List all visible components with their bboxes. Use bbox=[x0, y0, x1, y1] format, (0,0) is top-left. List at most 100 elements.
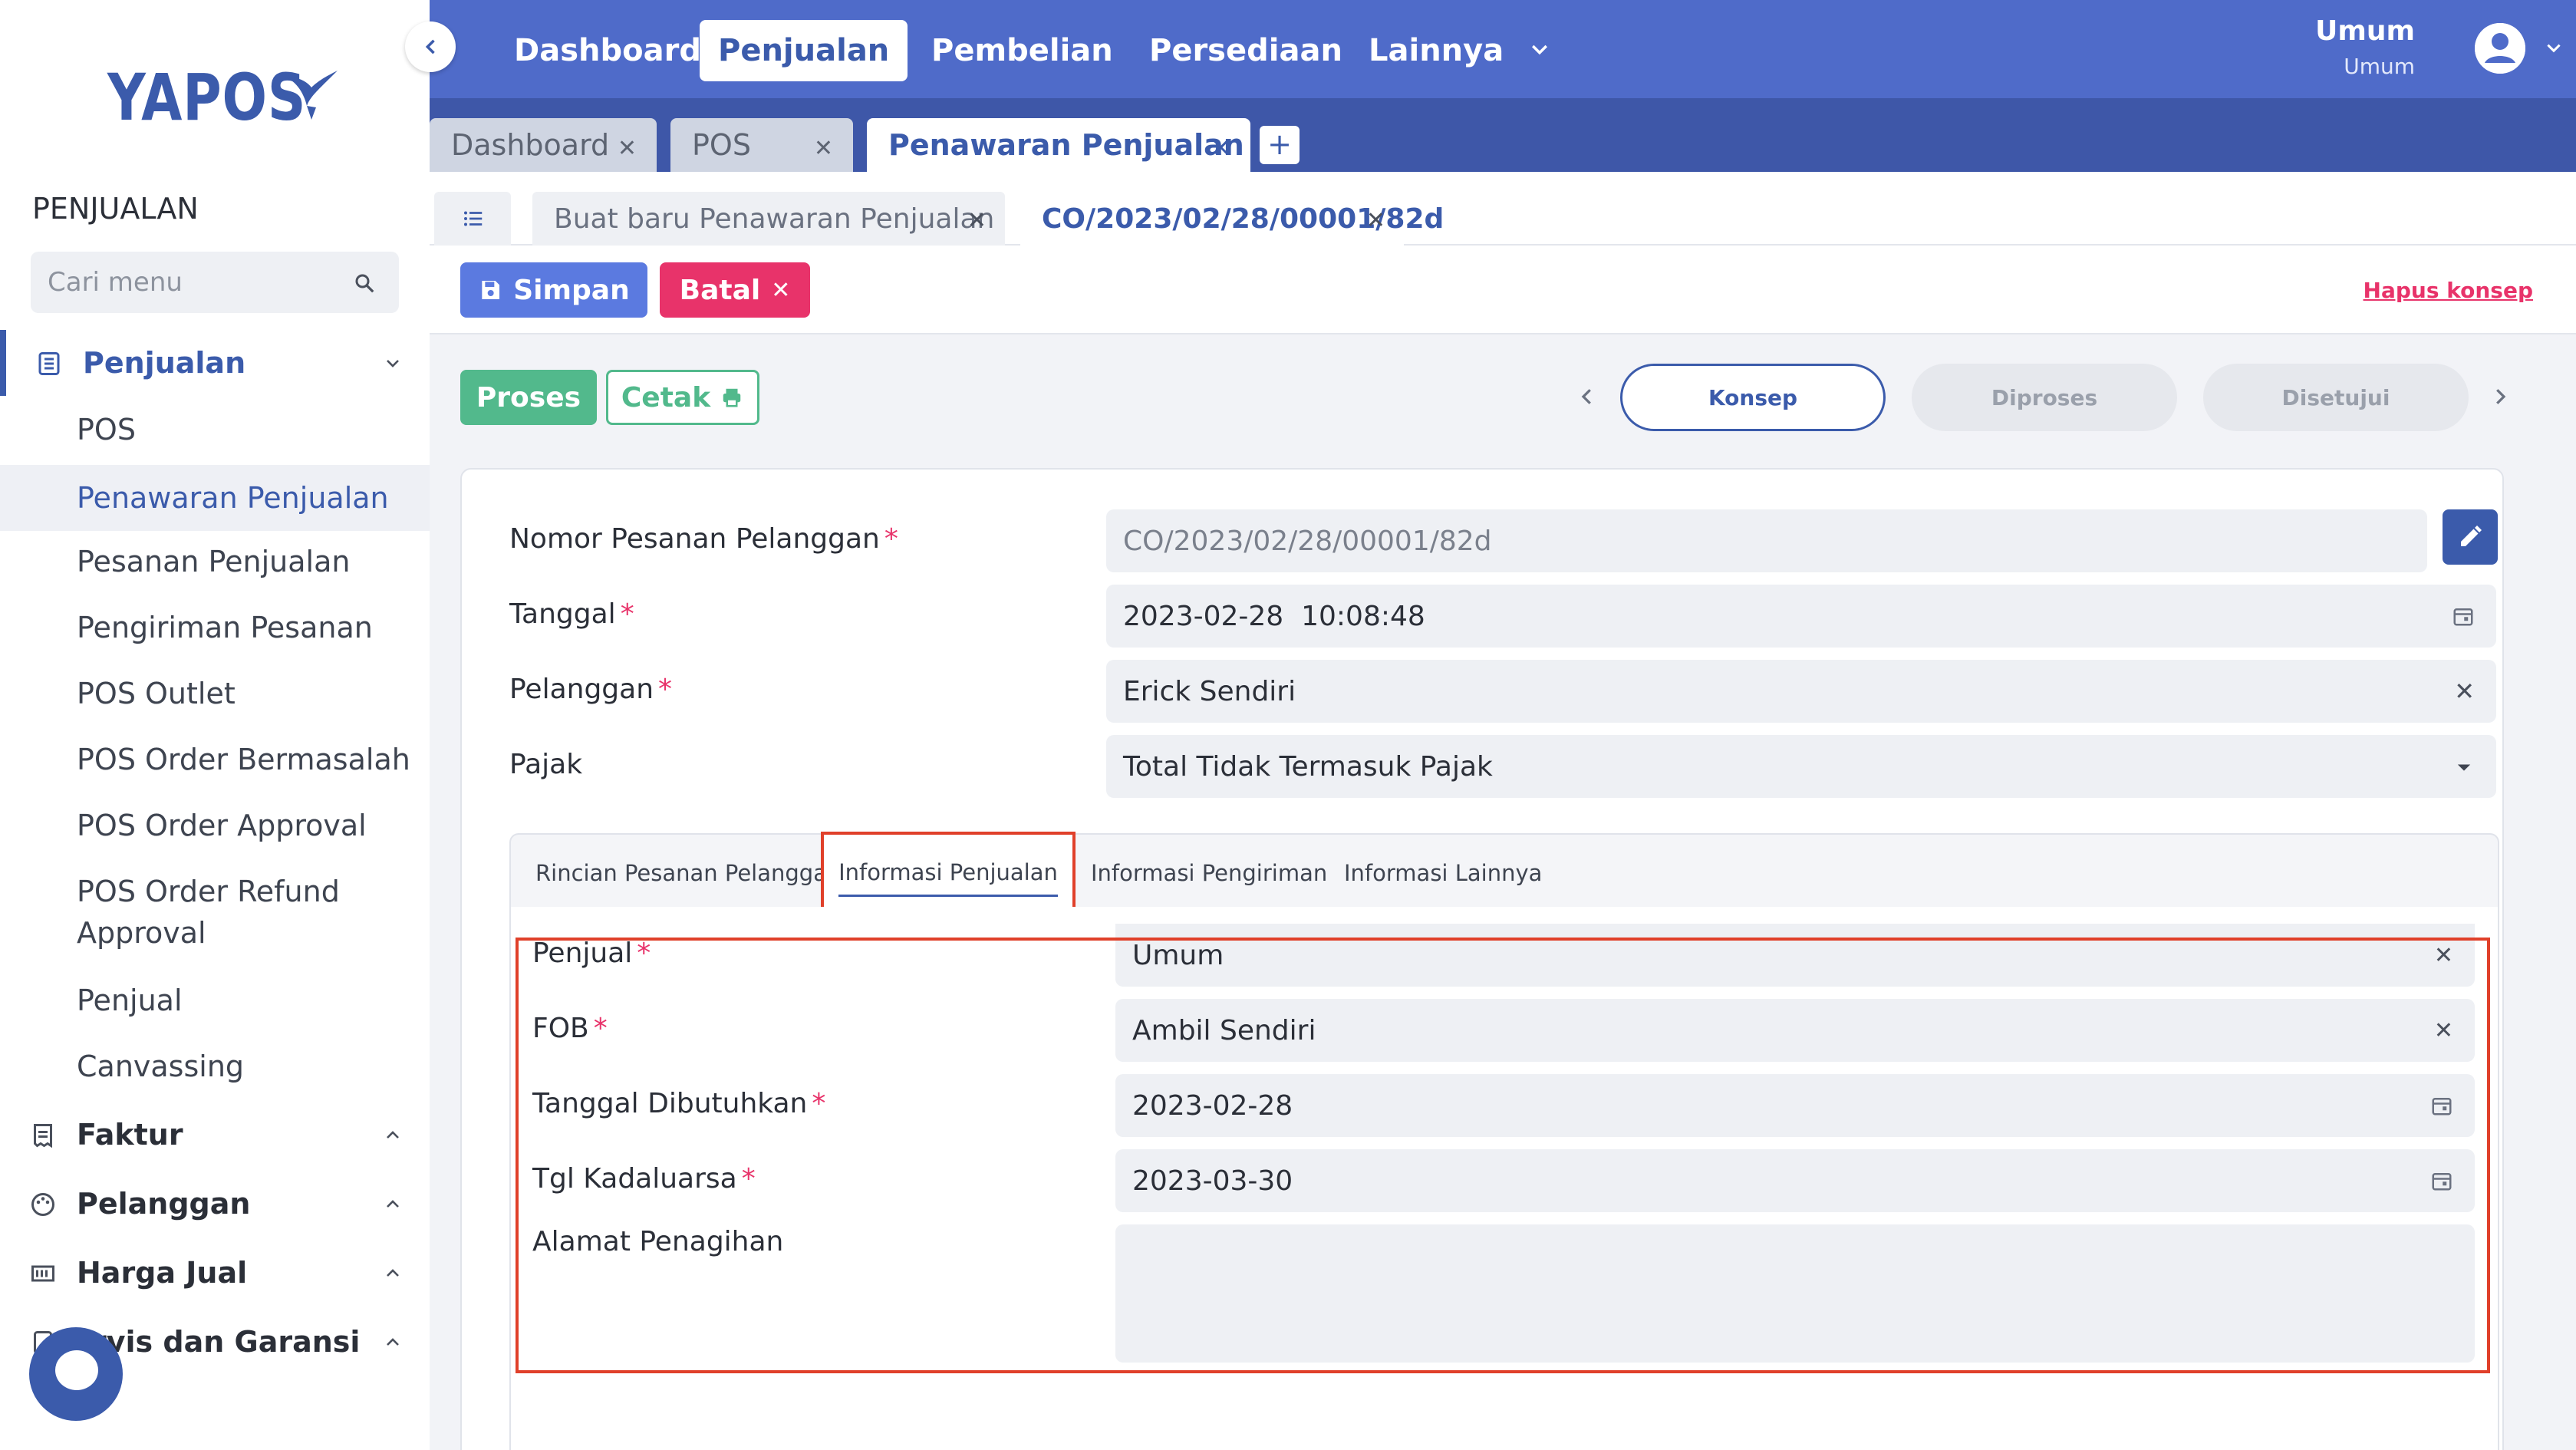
highlight-box bbox=[516, 938, 2490, 1373]
topnav-dashboard[interactable]: Dashboard bbox=[496, 20, 720, 81]
chevron-up-icon bbox=[387, 1269, 399, 1277]
sidebar-item-pengiriman-pesanan[interactable]: Pengiriman Pesanan bbox=[0, 611, 430, 644]
user-role: Umum bbox=[2344, 54, 2415, 79]
edit-button[interactable] bbox=[2443, 509, 2498, 565]
tab-label: Penawaran Penjualan bbox=[888, 128, 1244, 162]
topnav-penjualan[interactable]: Penjualan bbox=[700, 20, 908, 81]
close-icon[interactable]: ✕ bbox=[967, 207, 987, 234]
sidebar-group-label: Pelanggan bbox=[77, 1187, 251, 1221]
user-name[interactable]: Umum bbox=[2315, 15, 2415, 47]
tab-pos[interactable]: POS ✕ bbox=[670, 118, 853, 172]
chevron-up-icon bbox=[387, 1131, 399, 1139]
search-icon[interactable] bbox=[353, 272, 376, 295]
close-icon[interactable]: ✕ bbox=[1366, 207, 1385, 234]
avatar[interactable] bbox=[2475, 23, 2525, 74]
sidebar-group-faktur[interactable]: Faktur bbox=[0, 1102, 430, 1168]
tab-penawaran-penjualan[interactable]: Penawaran Penjualan ✕ bbox=[867, 118, 1250, 172]
sidebar-group-label: Harga Jual bbox=[77, 1256, 248, 1290]
chevron-down-icon[interactable] bbox=[1528, 38, 1551, 61]
order-number-label: Nomor Pesanan Pelanggan * bbox=[509, 523, 898, 555]
subtab-label: Buat baru Penawaran Penjualan bbox=[554, 203, 995, 235]
close-icon[interactable]: ✕ bbox=[618, 135, 637, 162]
sidebar-item-pos-outlet[interactable]: POS Outlet bbox=[0, 677, 430, 710]
menu-search-box[interactable] bbox=[31, 252, 399, 313]
sidebar-collapse-button[interactable] bbox=[405, 21, 456, 72]
print-label: Cetak bbox=[621, 381, 711, 414]
receipt-icon bbox=[34, 1124, 52, 1148]
chevron-right-icon[interactable] bbox=[2489, 384, 2512, 410]
inner-tab-informasi-penjualan[interactable]: Informasi Penjualan bbox=[821, 832, 1076, 911]
status-step-diproses[interactable]: Diproses bbox=[1912, 364, 2177, 431]
save-label: Simpan bbox=[513, 274, 630, 306]
cancel-button[interactable]: Batal ✕ bbox=[660, 262, 810, 318]
logo[interactable]: YAPOS bbox=[107, 60, 350, 135]
sidebar-group-label: Penjualan bbox=[83, 346, 246, 380]
user-icon bbox=[2475, 23, 2525, 74]
chevron-up-icon bbox=[387, 1200, 399, 1208]
barcode-icon bbox=[31, 1265, 54, 1282]
document-list-button[interactable] bbox=[434, 192, 511, 246]
topnav-persediaan[interactable]: Persediaan bbox=[1131, 20, 1361, 81]
subtab-order-number[interactable]: CO/2023/02/28/00001/82d ✕ bbox=[1020, 192, 1444, 246]
sidebar-item-penjual[interactable]: Penjual bbox=[0, 984, 430, 1017]
sidebar-group-harga-jual[interactable]: Harga Jual bbox=[0, 1240, 430, 1306]
tax-label: Pajak bbox=[509, 749, 583, 780]
window-tabbar: Dashboard ✕ POS ✕ Penawaran Penjualan ✕ bbox=[430, 98, 2576, 172]
inner-tab-rincian[interactable]: Rincian Pesanan Pelanggan bbox=[535, 844, 841, 902]
date-field[interactable]: 2023-02-28 10:08:48 bbox=[1106, 585, 2496, 648]
chevron-up-icon bbox=[387, 1338, 399, 1346]
sidebar-item-pos-order-refund-approval[interactable]: Approval bbox=[0, 916, 430, 950]
topnav-pembelian[interactable]: Pembelian bbox=[913, 20, 1132, 81]
status-step-disetujui[interactable]: Disetujui bbox=[2203, 364, 2469, 431]
date-label: Tanggal * bbox=[509, 598, 634, 630]
floppy-icon bbox=[482, 281, 500, 299]
topnav-lainnya[interactable]: Lainnya bbox=[1350, 20, 1522, 81]
subtab-buat-baru[interactable]: Buat baru Penawaran Penjualan ✕ bbox=[532, 192, 1005, 246]
document-list-icon bbox=[38, 352, 60, 375]
sidebar-item-penawaran-penjualan[interactable]: Penawaran Penjualan bbox=[0, 465, 430, 531]
printer-icon bbox=[723, 388, 741, 407]
customer-field[interactable]: Erick Sendiri ✕ bbox=[1106, 660, 2496, 723]
sidebar-group-label: rvis dan Garansi bbox=[92, 1325, 361, 1359]
bird-logo-icon bbox=[285, 71, 338, 120]
sidebar-item-canvassing[interactable]: Canvassing bbox=[0, 1050, 430, 1083]
sidebar-group-penjualan[interactable]: Penjualan bbox=[0, 330, 430, 396]
delete-draft-link[interactable]: Hapus konsep bbox=[2364, 278, 2533, 303]
sidebar-item-pos-order-refund[interactable]: POS Order Refund bbox=[0, 875, 430, 908]
list-icon bbox=[464, 211, 483, 226]
tax-select[interactable]: Total Tidak Termasuk Pajak bbox=[1106, 735, 2496, 798]
customer-value: Erick Sendiri bbox=[1123, 675, 1296, 707]
chat-support-icon[interactable] bbox=[29, 1327, 123, 1421]
inner-tab-pengiriman[interactable]: Informasi Pengiriman bbox=[1091, 844, 1327, 902]
sidebar-item-pos-order-approval[interactable]: POS Order Approval bbox=[0, 809, 430, 842]
calendar-icon[interactable] bbox=[2452, 605, 2475, 628]
close-icon[interactable]: ✕ bbox=[1211, 135, 1230, 162]
sidebar-group-label: Faktur bbox=[77, 1118, 183, 1152]
inner-tab-lainnya[interactable]: Informasi Lainnya bbox=[1344, 844, 1542, 902]
sidebar-item-pesanan-penjualan[interactable]: Pesanan Penjualan bbox=[0, 545, 430, 578]
palette-icon bbox=[31, 1193, 54, 1216]
chevron-down-icon[interactable] bbox=[2544, 38, 2564, 58]
logo-text: YAPOS bbox=[107, 60, 307, 135]
clear-icon[interactable]: ✕ bbox=[2454, 677, 2475, 706]
print-button[interactable]: Cetak bbox=[606, 370, 759, 425]
caret-down-icon bbox=[2457, 764, 2471, 771]
close-icon: ✕ bbox=[771, 276, 791, 304]
chevron-left-icon[interactable] bbox=[1576, 384, 1599, 410]
sidebar: YAPOS PENJUALAN Penjualan POS Penawaran … bbox=[0, 0, 430, 1450]
customer-label: Pelanggan * bbox=[509, 674, 673, 705]
menu-search-input[interactable] bbox=[31, 252, 338, 313]
sidebar-group-pelanggan[interactable]: Pelanggan bbox=[0, 1171, 430, 1237]
status-step-konsep[interactable]: Konsep bbox=[1620, 364, 1886, 431]
add-tab-button[interactable]: + bbox=[1260, 126, 1300, 164]
inner-tab-label: Informasi Penjualan bbox=[838, 859, 1058, 897]
tab-dashboard[interactable]: Dashboard ✕ bbox=[430, 118, 657, 172]
sidebar-item-pos-order-bermasalah[interactable]: POS Order Bermasalah bbox=[0, 743, 430, 776]
sidebar-item-pos[interactable]: POS bbox=[0, 413, 430, 447]
process-button[interactable]: Proses bbox=[460, 370, 597, 425]
pencil-icon bbox=[2461, 526, 2482, 546]
close-icon[interactable]: ✕ bbox=[814, 135, 833, 162]
save-button[interactable]: Simpan bbox=[460, 262, 647, 318]
sidebar-section-title: PENJUALAN bbox=[32, 192, 199, 226]
order-number-field: CO/2023/02/28/00001/82d bbox=[1106, 509, 2427, 572]
